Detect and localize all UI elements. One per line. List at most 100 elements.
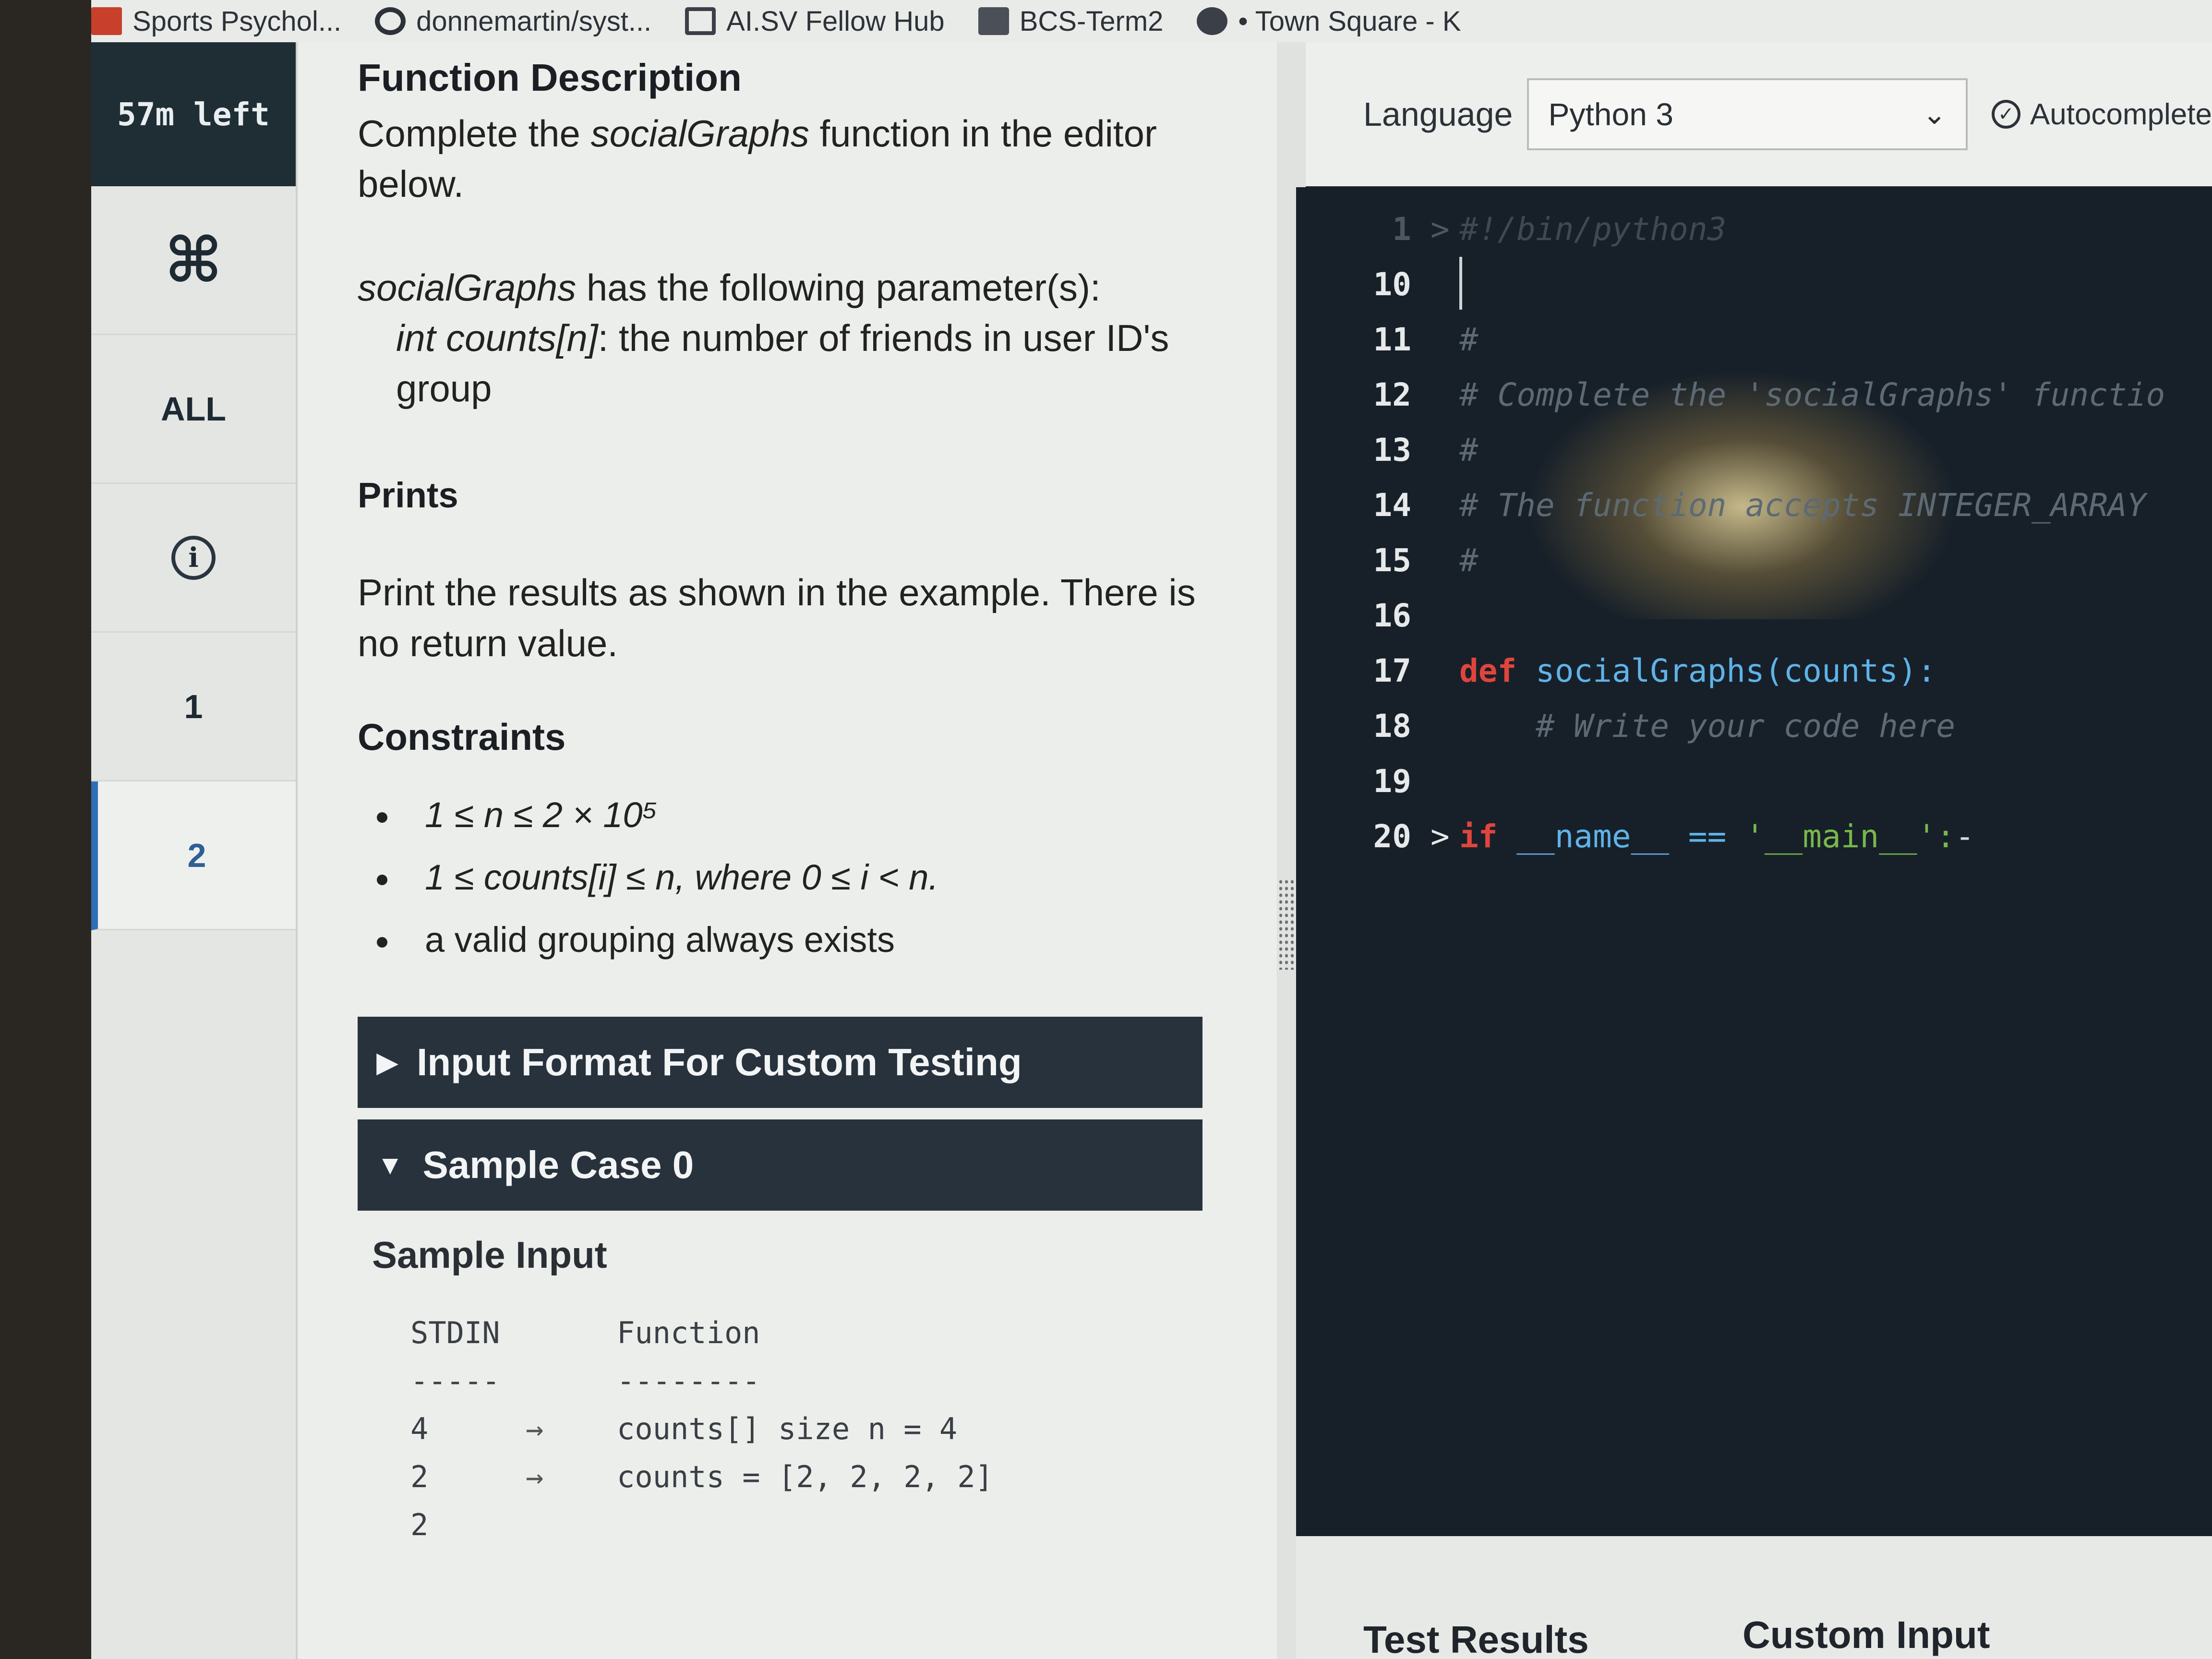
github-icon	[375, 7, 406, 35]
tab-custom-input[interactable]: Custom Input	[1743, 1613, 1990, 1657]
code-text: # Write your code here	[1459, 708, 1956, 745]
fold-toggle	[1431, 698, 1459, 754]
stdin-rule-row: ----- --------	[410, 1357, 1219, 1405]
fold-toggle	[1431, 422, 1459, 478]
info-button[interactable]: i	[91, 484, 296, 633]
bookmark-item[interactable]: • Town Square - K	[1197, 5, 1461, 37]
stdin-col: 2	[410, 1459, 429, 1495]
code-text: #	[1459, 542, 1479, 579]
bookmark-item[interactable]: Sports Psychol...	[91, 5, 341, 37]
line-number: 10	[1373, 266, 1411, 303]
function-description-heading: Function Description	[358, 56, 742, 99]
language-select[interactable]: Python 3 ⌄	[1527, 78, 1968, 150]
stdin-col: 4	[410, 1411, 429, 1447]
input-format-accordion[interactable]: ▶ Input Format For Custom Testing	[358, 1016, 1202, 1108]
info-icon: i	[171, 535, 216, 580]
code-line: 10	[1354, 257, 2165, 312]
code-line: 17 def socialGraphs(counts):	[1354, 643, 2165, 698]
accordion-label: Input Format For Custom Testing	[417, 1040, 1022, 1083]
code-text: #!/bin/python3	[1459, 211, 1727, 248]
constraint-item: 1 ≤ counts[i] ≤ n, where 0 ≤ i < n.	[358, 854, 1219, 902]
shortcuts-button[interactable]: ⌘	[91, 186, 296, 335]
stdin-col: -----	[410, 1363, 500, 1399]
box-icon	[685, 7, 716, 35]
parameter-item: int counts[n]: the number of friends in …	[358, 313, 1219, 414]
bookmark-item[interactable]: donnemartin/syst...	[375, 5, 651, 37]
line-number: 15	[1373, 542, 1411, 579]
prints-text: Print the results as shown in the exampl…	[358, 571, 1196, 664]
fold-toggle	[1431, 533, 1459, 588]
constraints-heading: Constraints	[358, 715, 566, 758]
parameters-intro: socialGraphs has the following parameter…	[358, 263, 1219, 313]
string-literal: '__main__':	[1745, 818, 1956, 855]
triangle-down-icon: ▼	[377, 1150, 404, 1180]
check-circle-icon: ✓	[1991, 100, 2020, 129]
stdin-row: 2 → counts = [2, 2, 2, 2]	[410, 1453, 1219, 1501]
function-col: --------	[617, 1363, 760, 1399]
code-line: 18 # Write your code here	[1354, 698, 2165, 754]
bookmark-label: Sports Psychol...	[132, 5, 342, 37]
code-line: 16	[1354, 588, 2165, 643]
constraint-item: 1 ≤ n ≤ 2 × 10⁵	[358, 791, 1219, 839]
question-nav: 57m left ⌘ ALL i 1 2	[91, 42, 298, 1659]
line-number: 12	[1373, 376, 1411, 413]
arrow-col: →	[526, 1411, 544, 1447]
code-text: __name__ ==	[1516, 818, 1746, 855]
line-number: 1	[1392, 211, 1411, 248]
nav-all-questions[interactable]: ALL	[91, 335, 296, 484]
sample-case-accordion[interactable]: ▼ Sample Case 0	[358, 1119, 1202, 1211]
globe-icon	[1197, 7, 1228, 35]
function-col: counts[] size n = 4	[617, 1411, 958, 1447]
chevron-down-icon: ⌄	[1922, 98, 1947, 130]
code-line: 11 #	[1354, 312, 2165, 367]
stdin-col: STDIN	[410, 1315, 500, 1351]
fold-toggle[interactable]: >	[1431, 202, 1459, 257]
function-name: socialGraphs	[358, 266, 577, 309]
nav-question-1[interactable]: 1	[91, 633, 296, 781]
line-number: 13	[1373, 432, 1411, 469]
constraints-list: 1 ≤ n ≤ 2 × 10⁵ 1 ≤ counts[i] ≤ n, where…	[358, 791, 1219, 964]
folder-icon	[91, 7, 122, 35]
bookmark-item[interactable]: BCS-Term2	[978, 5, 1163, 37]
sample-input-block: STDIN Function ----- -------- 4 → counts…	[358, 1309, 1219, 1549]
parameters-text: has the following parameter(s):	[576, 266, 1101, 309]
sample-input-heading: Sample Input	[372, 1233, 607, 1276]
code-editor[interactable]: 1 > #!/bin/python3 10 11 # 12 # Complete…	[1296, 187, 2212, 1536]
stdin-row: 2	[410, 1501, 1219, 1549]
code-line: 19	[1354, 754, 2165, 809]
result-tabs: Test Results Custom Input	[1296, 1536, 2212, 1659]
bookmark-label: AI.SV Fellow Hub	[726, 5, 945, 37]
prints-heading: Prints	[358, 475, 458, 516]
nav-question-2-label: 2	[187, 836, 206, 874]
fold-toggle	[1431, 754, 1459, 809]
bookmark-label: • Town Square - K	[1238, 5, 1461, 37]
nav-question-1-label: 1	[184, 687, 203, 725]
constraint-item: a valid grouping always exists	[358, 916, 1219, 964]
language-label: Language	[1363, 96, 1513, 133]
nav-all-label: ALL	[160, 390, 227, 428]
stdin-col: 2	[410, 1507, 429, 1543]
autocomplete-toggle[interactable]: ✓ Autocomplete	[1991, 97, 2212, 132]
tab-test-results[interactable]: Test Results	[1363, 1618, 1589, 1659]
arrow-col: →	[526, 1459, 544, 1495]
stdin-row: 4 → counts[] size n = 4	[410, 1405, 1219, 1453]
code-line: 20 > if __name__ == '__main__': -	[1354, 809, 2165, 864]
line-number: 14	[1373, 487, 1411, 524]
drag-handle-icon[interactable]	[1278, 878, 1295, 970]
code-text: # Complete the 'socialGraphs' functio	[1459, 376, 2165, 413]
fold-toggle	[1431, 257, 1459, 312]
nav-question-2[interactable]: 2	[91, 781, 296, 930]
bookmark-item[interactable]: AI.SV Fellow Hub	[685, 5, 945, 37]
accordion-label: Sample Case 0	[422, 1143, 694, 1186]
stdin-header-row: STDIN Function	[410, 1309, 1219, 1357]
code-line: 15 #	[1354, 533, 2165, 588]
intro-text: Complete the	[358, 112, 591, 155]
text-cursor	[1459, 257, 1462, 310]
code-line: 13 #	[1354, 422, 2165, 478]
function-name: socialGraphs	[590, 112, 809, 155]
bookmark-label: donnemartin/syst...	[416, 5, 652, 37]
fold-toggle[interactable]: >	[1431, 809, 1459, 864]
triangle-right-icon: ▶	[377, 1047, 398, 1078]
function-col: Function	[617, 1315, 760, 1351]
code-line: 14 # The function accepts INTEGER_ARRAY	[1354, 478, 2165, 533]
